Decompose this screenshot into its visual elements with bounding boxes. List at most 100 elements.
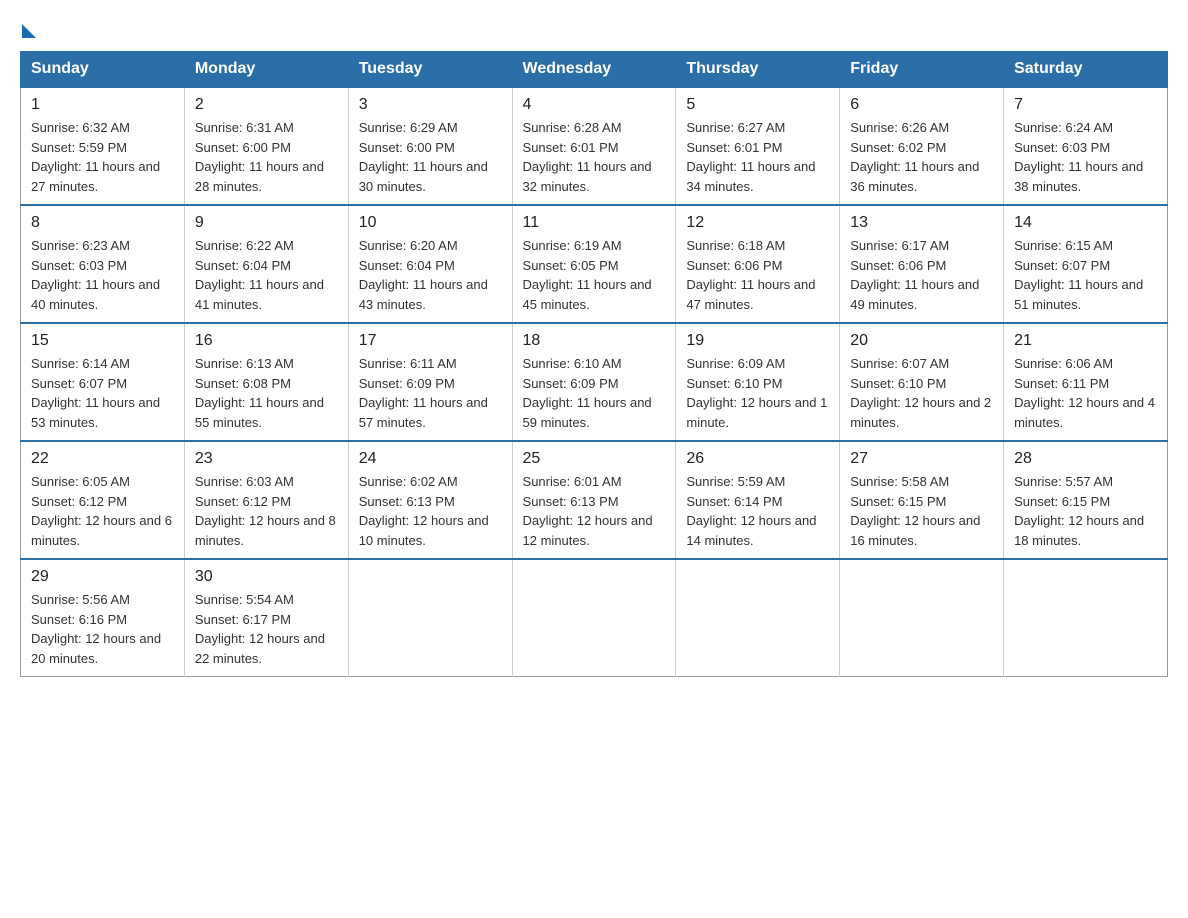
day-number: 15 [31,332,174,350]
calendar-cell: 12 Sunrise: 6:18 AMSunset: 6:06 PMDaylig… [676,205,840,323]
calendar-cell: 1 Sunrise: 6:32 AMSunset: 5:59 PMDayligh… [21,87,185,205]
day-info: Sunrise: 6:14 AMSunset: 6:07 PMDaylight:… [31,354,174,432]
day-of-week-header: Tuesday [348,52,512,88]
day-info: Sunrise: 6:02 AMSunset: 6:13 PMDaylight:… [359,472,502,550]
calendar-week-row: 8 Sunrise: 6:23 AMSunset: 6:03 PMDayligh… [21,205,1168,323]
calendar-cell: 17 Sunrise: 6:11 AMSunset: 6:09 PMDaylig… [348,323,512,441]
day-info: Sunrise: 6:13 AMSunset: 6:08 PMDaylight:… [195,354,338,432]
day-of-week-header: Monday [184,52,348,88]
calendar-cell: 9 Sunrise: 6:22 AMSunset: 6:04 PMDayligh… [184,205,348,323]
day-number: 2 [195,96,338,114]
day-number: 17 [359,332,502,350]
day-info: Sunrise: 6:32 AMSunset: 5:59 PMDaylight:… [31,118,174,196]
day-number: 10 [359,214,502,232]
day-info: Sunrise: 6:09 AMSunset: 6:10 PMDaylight:… [686,354,829,432]
day-number: 14 [1014,214,1157,232]
day-number: 12 [686,214,829,232]
day-info: Sunrise: 6:23 AMSunset: 6:03 PMDaylight:… [31,236,174,314]
day-of-week-header: Saturday [1004,52,1168,88]
day-number: 1 [31,96,174,114]
day-number: 30 [195,568,338,586]
calendar-cell: 19 Sunrise: 6:09 AMSunset: 6:10 PMDaylig… [676,323,840,441]
calendar-cell: 14 Sunrise: 6:15 AMSunset: 6:07 PMDaylig… [1004,205,1168,323]
calendar-cell: 13 Sunrise: 6:17 AMSunset: 6:06 PMDaylig… [840,205,1004,323]
day-info: Sunrise: 6:27 AMSunset: 6:01 PMDaylight:… [686,118,829,196]
day-number: 19 [686,332,829,350]
day-number: 23 [195,450,338,468]
calendar-cell: 27 Sunrise: 5:58 AMSunset: 6:15 PMDaylig… [840,441,1004,559]
calendar-cell: 29 Sunrise: 5:56 AMSunset: 6:16 PMDaylig… [21,559,185,677]
logo [20,20,36,36]
day-number: 4 [523,96,666,114]
calendar-cell: 20 Sunrise: 6:07 AMSunset: 6:10 PMDaylig… [840,323,1004,441]
day-info: Sunrise: 6:07 AMSunset: 6:10 PMDaylight:… [850,354,993,432]
day-number: 5 [686,96,829,114]
day-number: 8 [31,214,174,232]
calendar-cell: 18 Sunrise: 6:10 AMSunset: 6:09 PMDaylig… [512,323,676,441]
calendar-cell: 21 Sunrise: 6:06 AMSunset: 6:11 PMDaylig… [1004,323,1168,441]
calendar-cell: 15 Sunrise: 6:14 AMSunset: 6:07 PMDaylig… [21,323,185,441]
day-number: 26 [686,450,829,468]
calendar-cell: 23 Sunrise: 6:03 AMSunset: 6:12 PMDaylig… [184,441,348,559]
calendar-header: SundayMondayTuesdayWednesdayThursdayFrid… [21,52,1168,88]
day-number: 22 [31,450,174,468]
days-of-week-row: SundayMondayTuesdayWednesdayThursdayFrid… [21,52,1168,88]
calendar-cell: 7 Sunrise: 6:24 AMSunset: 6:03 PMDayligh… [1004,87,1168,205]
day-info: Sunrise: 6:20 AMSunset: 6:04 PMDaylight:… [359,236,502,314]
calendar-cell: 11 Sunrise: 6:19 AMSunset: 6:05 PMDaylig… [512,205,676,323]
calendar-cell: 25 Sunrise: 6:01 AMSunset: 6:13 PMDaylig… [512,441,676,559]
day-info: Sunrise: 6:31 AMSunset: 6:00 PMDaylight:… [195,118,338,196]
calendar-cell [512,559,676,677]
day-info: Sunrise: 6:29 AMSunset: 6:00 PMDaylight:… [359,118,502,196]
day-number: 25 [523,450,666,468]
day-info: Sunrise: 6:24 AMSunset: 6:03 PMDaylight:… [1014,118,1157,196]
day-info: Sunrise: 6:28 AMSunset: 6:01 PMDaylight:… [523,118,666,196]
day-number: 13 [850,214,993,232]
day-info: Sunrise: 6:26 AMSunset: 6:02 PMDaylight:… [850,118,993,196]
calendar-table: SundayMondayTuesdayWednesdayThursdayFrid… [20,51,1168,677]
calendar-week-row: 15 Sunrise: 6:14 AMSunset: 6:07 PMDaylig… [21,323,1168,441]
day-number: 21 [1014,332,1157,350]
day-info: Sunrise: 5:59 AMSunset: 6:14 PMDaylight:… [686,472,829,550]
day-number: 29 [31,568,174,586]
calendar-cell [1004,559,1168,677]
day-of-week-header: Thursday [676,52,840,88]
day-info: Sunrise: 5:57 AMSunset: 6:15 PMDaylight:… [1014,472,1157,550]
day-number: 18 [523,332,666,350]
calendar-week-row: 29 Sunrise: 5:56 AMSunset: 6:16 PMDaylig… [21,559,1168,677]
calendar-cell: 2 Sunrise: 6:31 AMSunset: 6:00 PMDayligh… [184,87,348,205]
day-info: Sunrise: 6:22 AMSunset: 6:04 PMDaylight:… [195,236,338,314]
day-number: 6 [850,96,993,114]
day-number: 3 [359,96,502,114]
calendar-cell: 8 Sunrise: 6:23 AMSunset: 6:03 PMDayligh… [21,205,185,323]
day-info: Sunrise: 6:17 AMSunset: 6:06 PMDaylight:… [850,236,993,314]
calendar-cell: 5 Sunrise: 6:27 AMSunset: 6:01 PMDayligh… [676,87,840,205]
logo-arrow-icon [22,24,36,38]
calendar-cell: 24 Sunrise: 6:02 AMSunset: 6:13 PMDaylig… [348,441,512,559]
day-info: Sunrise: 6:18 AMSunset: 6:06 PMDaylight:… [686,236,829,314]
calendar-week-row: 1 Sunrise: 6:32 AMSunset: 5:59 PMDayligh… [21,87,1168,205]
calendar-body: 1 Sunrise: 6:32 AMSunset: 5:59 PMDayligh… [21,87,1168,677]
day-info: Sunrise: 5:54 AMSunset: 6:17 PMDaylight:… [195,590,338,668]
day-number: 11 [523,214,666,232]
calendar-cell: 26 Sunrise: 5:59 AMSunset: 6:14 PMDaylig… [676,441,840,559]
day-info: Sunrise: 6:03 AMSunset: 6:12 PMDaylight:… [195,472,338,550]
day-number: 16 [195,332,338,350]
day-info: Sunrise: 6:01 AMSunset: 6:13 PMDaylight:… [523,472,666,550]
calendar-cell: 16 Sunrise: 6:13 AMSunset: 6:08 PMDaylig… [184,323,348,441]
day-info: Sunrise: 6:05 AMSunset: 6:12 PMDaylight:… [31,472,174,550]
day-info: Sunrise: 6:06 AMSunset: 6:11 PMDaylight:… [1014,354,1157,432]
calendar-cell: 4 Sunrise: 6:28 AMSunset: 6:01 PMDayligh… [512,87,676,205]
day-number: 20 [850,332,993,350]
day-of-week-header: Friday [840,52,1004,88]
day-info: Sunrise: 5:56 AMSunset: 6:16 PMDaylight:… [31,590,174,668]
day-number: 7 [1014,96,1157,114]
day-number: 27 [850,450,993,468]
day-of-week-header: Sunday [21,52,185,88]
calendar-cell: 28 Sunrise: 5:57 AMSunset: 6:15 PMDaylig… [1004,441,1168,559]
calendar-week-row: 22 Sunrise: 6:05 AMSunset: 6:12 PMDaylig… [21,441,1168,559]
calendar-cell [676,559,840,677]
day-info: Sunrise: 6:10 AMSunset: 6:09 PMDaylight:… [523,354,666,432]
page-header [20,20,1168,36]
day-of-week-header: Wednesday [512,52,676,88]
